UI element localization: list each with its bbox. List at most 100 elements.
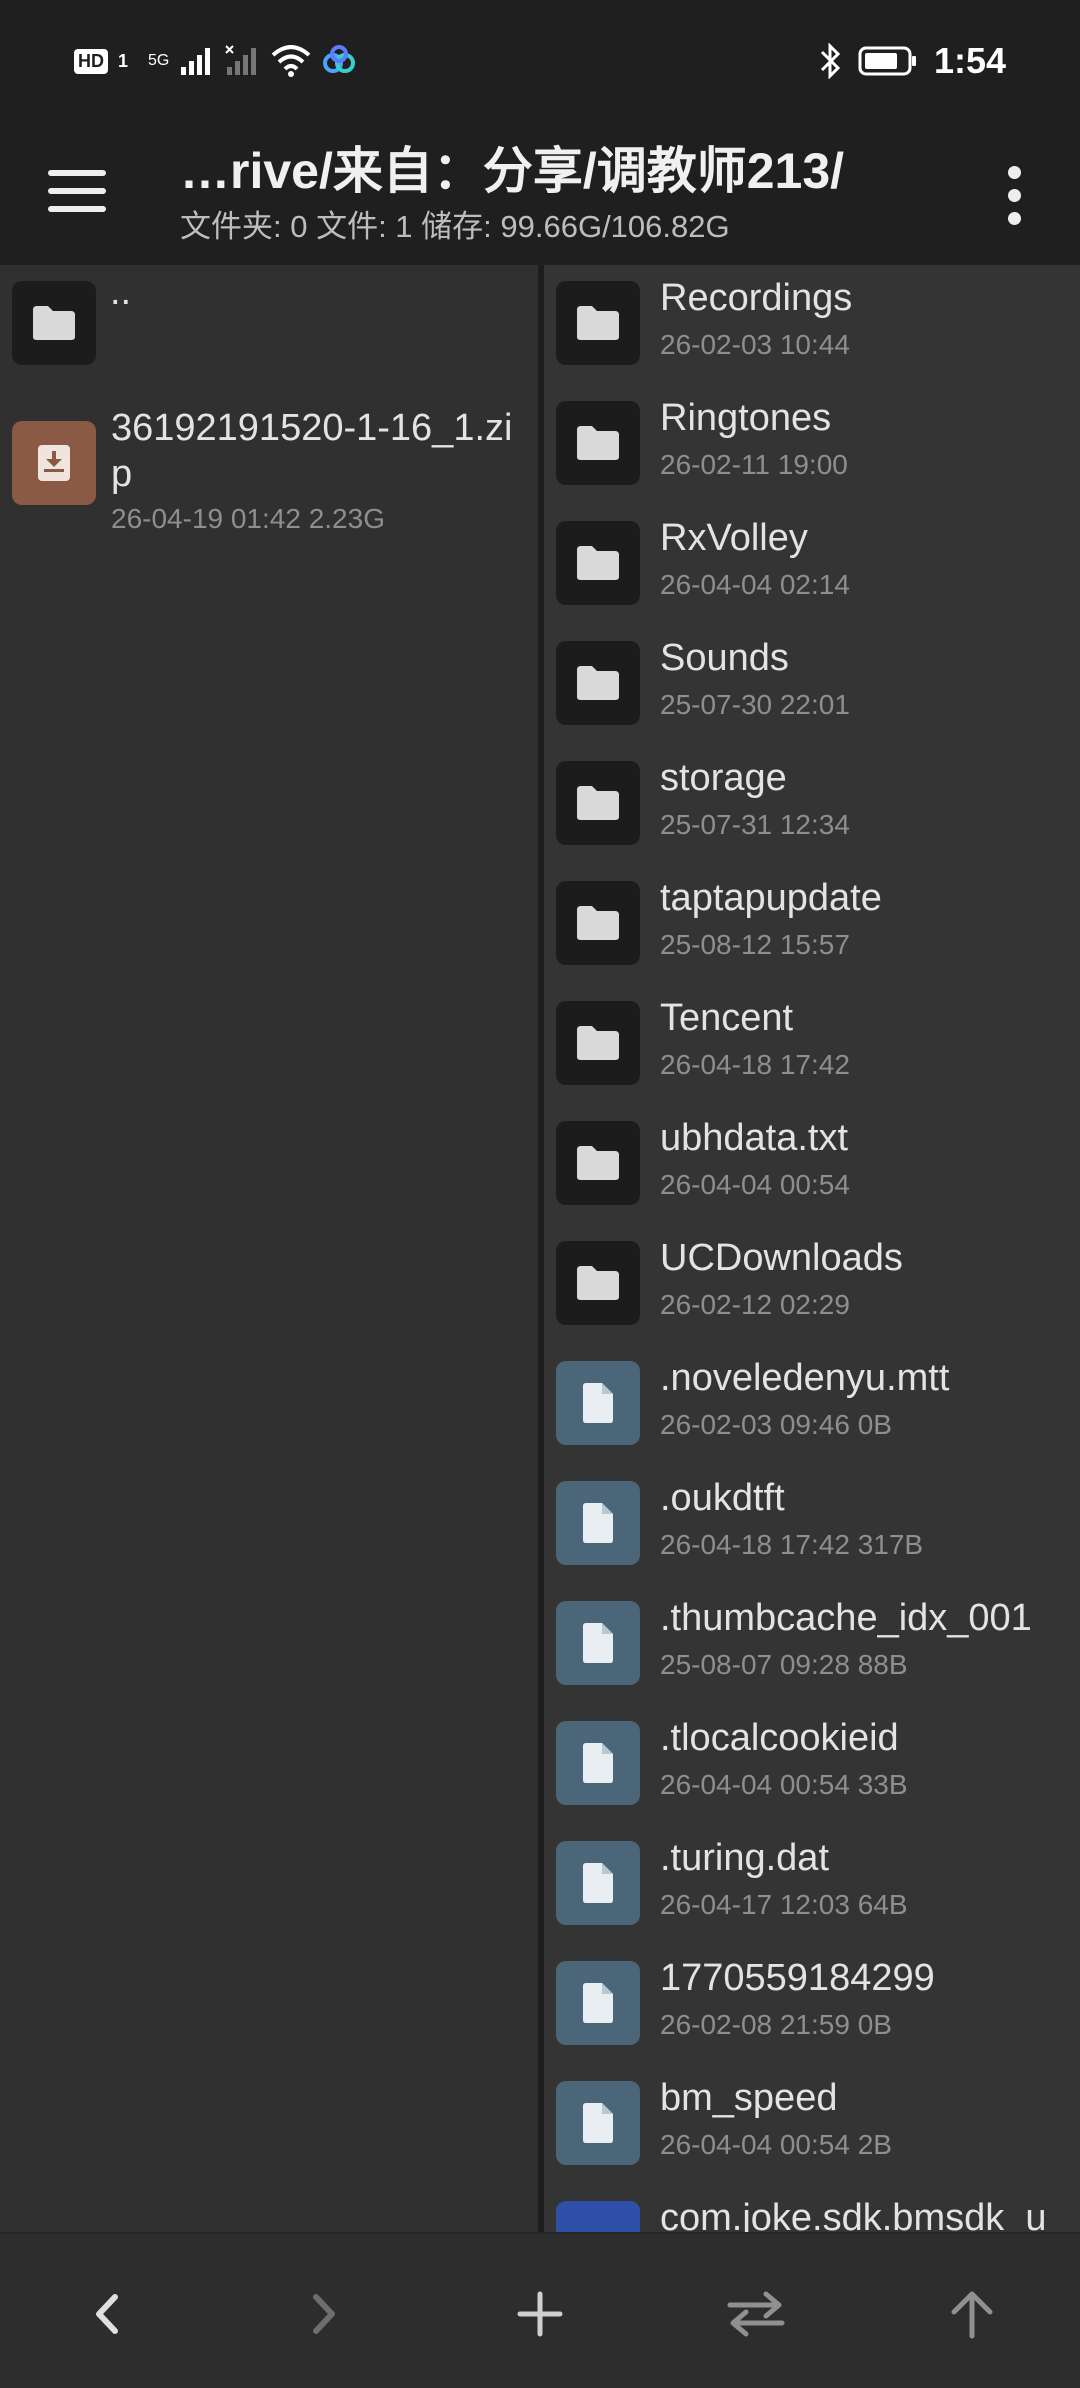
item-name: .oukdtft [660, 1477, 785, 1519]
item-meta: 26-02-11 19:00 [660, 449, 848, 480]
list-item[interactable]: storage 25-07-31 12:34 [544, 745, 1080, 865]
item-name: 36192191520-1-16_1.zip [111, 407, 513, 495]
item-meta: 25-08-07 09:28 88B [660, 1649, 908, 1680]
list-item[interactable]: com.joke.sdk.bmsdk_u [544, 2185, 1080, 2232]
item-meta: 26-04-04 00:54 33B [660, 1769, 908, 1800]
list-item[interactable]: .thumbcache_idx_001 25-08-07 09:28 88B [544, 1585, 1080, 1705]
more-icon-dot [1007, 211, 1021, 225]
bluetooth-icon [820, 43, 841, 79]
forward-button[interactable] [284, 2274, 364, 2354]
folder-icon [556, 401, 640, 485]
item-name: RxVolley [660, 517, 808, 559]
item-meta: 26-04-18 17:42 [660, 1049, 850, 1080]
swap-icon [727, 2291, 785, 2337]
battery-icon [858, 46, 916, 76]
clock: 1:54 [933, 40, 1006, 81]
list-item[interactable]: 36192191520-1-16_1.zip 26-04-19 01:42 2.… [0, 405, 538, 555]
up-icon [951, 2291, 993, 2339]
item-name: Recordings [660, 277, 853, 319]
status-bar-right: 1:54 [818, 40, 1006, 82]
menu-button[interactable] [48, 155, 120, 227]
up-directory-button[interactable] [932, 2274, 1012, 2354]
item-meta: 26-02-12 02:29 [660, 1289, 850, 1320]
list-item[interactable]: ubhdata.txt 26-04-04 00:54 [544, 1105, 1080, 1225]
item-name: UCDownloads [660, 1237, 903, 1279]
item-name: ubhdata.txt [660, 1117, 849, 1159]
item-meta: 25-08-12 15:57 [660, 929, 850, 960]
folder-icon [556, 641, 640, 725]
menu-icon [48, 170, 106, 176]
item-name: .tlocalcookieid [660, 1717, 899, 1759]
sim-label: 1 [118, 50, 129, 71]
item-name: com.joke.sdk.bmsdk_u [660, 2197, 1047, 2232]
more-options-button[interactable] [994, 155, 1034, 235]
menu-icon-bar [48, 188, 106, 194]
forward-icon [313, 2294, 335, 2334]
list-item[interactable]: RxVolley 26-04-04 02:14 [544, 505, 1080, 625]
folder-icon [556, 881, 640, 965]
item-meta: 25-07-30 22:01 [660, 689, 850, 720]
item-name: taptapupdate [660, 877, 882, 919]
status-bar-left: HD 1 5G [74, 45, 357, 77]
item-name: .thumbcache_idx_001 [660, 1597, 1032, 1639]
wifi-icon [272, 45, 311, 77]
app-cloud-icon [323, 45, 356, 73]
file-icon [556, 1721, 640, 1805]
menu-icon-bar [48, 206, 106, 212]
right-pane[interactable]: Recordings 26-02-03 10:44 Ringtones 26-0… [544, 265, 1080, 2232]
file-icon [556, 1841, 640, 1925]
zip-file-icon [12, 421, 96, 505]
list-item[interactable]: 1770559184299 26-02-08 21:59 0B [544, 1945, 1080, 2065]
item-meta: 26-04-19 01:42 2.23G [111, 503, 385, 534]
network-label: 5G [148, 52, 170, 69]
status-bar: HD 1 5G 1:54 [0, 0, 1080, 125]
item-name: Tencent [660, 997, 794, 1039]
item-meta: 26-02-03 09:46 0B [660, 1409, 892, 1440]
more-icon [1007, 165, 1021, 179]
signal-x-icon [225, 45, 257, 75]
file-icon [556, 1961, 640, 2045]
folder-icon [556, 761, 640, 845]
parent-directory-label: .. [110, 271, 132, 313]
list-item[interactable]: taptapupdate 25-08-12 15:57 [544, 865, 1080, 985]
item-name: 1770559184299 [660, 1957, 935, 1999]
item-meta: 25-07-31 12:34 [660, 809, 850, 840]
add-icon [517, 2291, 563, 2337]
item-name: storage [660, 757, 787, 799]
list-item[interactable]: .tlocalcookieid 26-04-04 00:54 33B [544, 1705, 1080, 1825]
folder-icon [556, 1121, 640, 1205]
app-bar: …rive/来自：分享/调教师213/ 文件夹: 0 文件: 1 储存: 99.… [0, 125, 1080, 265]
left-pane[interactable]: .. 36192191520-1-16_1.zip 26-04-19 01:42… [0, 265, 538, 2232]
file-icon [556, 2081, 640, 2165]
add-button[interactable] [500, 2274, 580, 2354]
bottom-toolbar [0, 2232, 1080, 2388]
list-item[interactable]: .noveledenyu.mtt 26-02-03 09:46 0B [544, 1345, 1080, 1465]
list-item[interactable]: Recordings 26-02-03 10:44 [544, 265, 1080, 385]
item-name: bm_speed [660, 2077, 838, 2119]
folder-icon [556, 281, 640, 365]
folder-icon [556, 1001, 640, 1085]
list-item[interactable]: Ringtones 26-02-11 19:00 [544, 385, 1080, 505]
item-name: Sounds [660, 637, 789, 679]
back-icon [96, 2294, 118, 2334]
folder-icon [556, 1241, 640, 1325]
list-item[interactable]: bm_speed 26-04-04 00:54 2B [544, 2065, 1080, 2185]
hd-icon: HD [74, 48, 108, 74]
item-name: .turing.dat [660, 1837, 829, 1879]
list-item[interactable]: Tencent 26-04-18 17:42 [544, 985, 1080, 1105]
list-item[interactable]: Sounds 25-07-30 22:01 [544, 625, 1080, 745]
list-item[interactable]: .oukdtft 26-04-18 17:42 317B [544, 1465, 1080, 1585]
back-button[interactable] [67, 2274, 147, 2354]
item-meta: 26-04-04 02:14 [660, 569, 850, 600]
folder-icon [12, 281, 96, 365]
item-meta: 26-04-18 17:42 317B [660, 1529, 924, 1560]
storage-summary: 文件夹: 0 文件: 1 储存: 99.66G/106.82G [180, 209, 730, 244]
parent-directory-row[interactable]: .. [0, 265, 538, 385]
swap-panes-button[interactable] [716, 2274, 796, 2354]
list-item[interactable]: UCDownloads 26-02-12 02:29 [544, 1225, 1080, 1345]
file-icon [556, 1601, 640, 1685]
folder-icon [556, 521, 640, 605]
item-meta: 26-04-04 00:54 [660, 1169, 850, 1200]
path-title[interactable]: …rive/来自：分享/调教师213/ [180, 131, 844, 203]
list-item[interactable]: .turing.dat 26-04-17 12:03 64B [544, 1825, 1080, 1945]
